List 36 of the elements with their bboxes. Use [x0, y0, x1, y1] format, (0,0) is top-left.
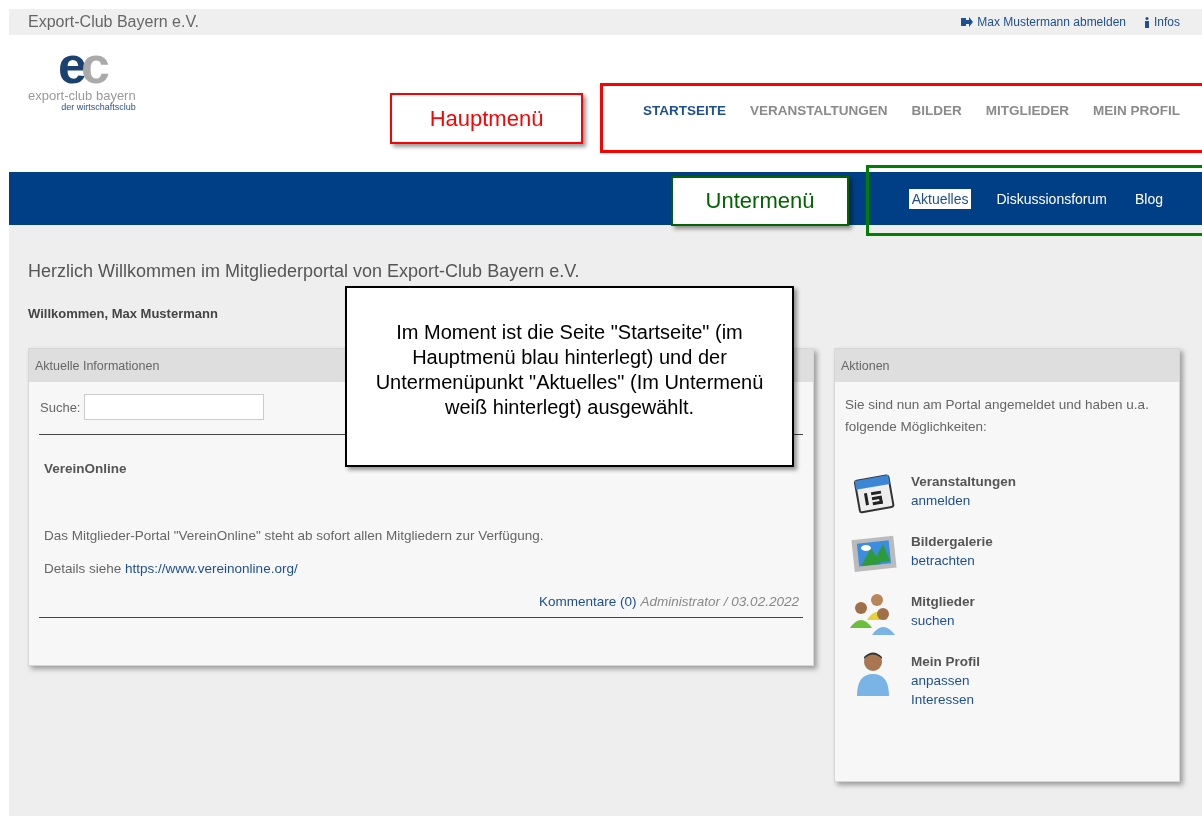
article-text: Das Mitglieder-Portal "VereinOnline" steht ab sofort allen Mitgliedern zur Verfügung.	[44, 528, 545, 543]
annotation-label: Hauptmenü	[390, 93, 583, 144]
annotation-label: Untermenü	[671, 176, 849, 226]
action-title: Mitglieder	[910, 594, 975, 609]
website-link[interactable]: https://www.vereinonline.org/	[125, 561, 298, 576]
action-link[interactable]: anpassen	[910, 673, 980, 688]
action-title: Veranstaltungen	[910, 474, 1016, 489]
search-label: Suche:	[40, 399, 81, 415]
action-link[interactable]: anmelden	[910, 493, 1016, 508]
details-text: Details siehe https://www.vereinonline.org/	[44, 561, 299, 576]
site-title: Export-Club Bayern e.V.	[28, 13, 200, 31]
logout-icon	[961, 17, 974, 27]
sub-menu-item[interactable]: Aktuelles	[908, 188, 972, 209]
logo-mark: ec	[58, 45, 105, 85]
page-title: Herzlich Willkommen im Mitgliederportal von Export-Club Bayern e.V.	[28, 261, 581, 282]
sub-menu-item[interactable]: Diskussionsforum	[993, 188, 1110, 209]
article-title: VereinOnline	[44, 461, 128, 476]
action-title: Bildergalerie	[910, 534, 993, 549]
annotation-note: Im Moment ist die Seite "Startseite" (im Hauptmenü blau hinterlegt) und der Untermenüpunkt "Aktuelles" (Im Untermenü weiß hinterlegt) ausgewählt.	[345, 286, 794, 467]
action-link[interactable]: suchen	[910, 613, 975, 628]
card-header: Aktionen	[834, 349, 1179, 382]
sub-menu-item[interactable]: Blog	[1131, 188, 1166, 209]
search-field[interactable]	[84, 394, 265, 420]
main-menu-item[interactable]: STARTSEITE	[643, 102, 726, 118]
author-date: Administrator / 03.02.2022	[640, 594, 799, 609]
welcome-text: Willkommen, Max Mustermann	[28, 306, 219, 321]
intro-text: Sie sind nun am Portal angemeldet und haben u.a. folgende Möglichkeiten:	[843, 396, 1150, 436]
action-link[interactable]: betrachten	[910, 553, 993, 568]
logo-name: export-club bayern	[28, 89, 136, 102]
action-link[interactable]: Interessen	[910, 692, 980, 707]
comments-link[interactable]: Kommentare (0)	[539, 594, 637, 609]
info-icon	[1144, 16, 1150, 28]
info-link[interactable]: Infos	[1144, 15, 1180, 29]
action-title: Mein Profil	[910, 654, 980, 669]
logo-tagline: der wirtschaftsclub	[61, 102, 136, 112]
logout-link[interactable]: Max Mustermann abmelden	[961, 15, 1126, 29]
